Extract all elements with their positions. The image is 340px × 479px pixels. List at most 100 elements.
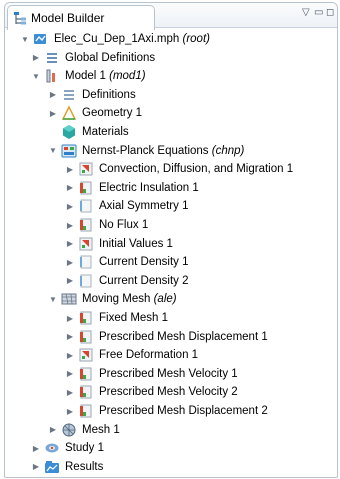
tree-item-text: Axial Symmetry 1 <box>99 200 189 213</box>
tree-item-text: Model 1 <box>65 70 106 83</box>
tree-item-label: Geometry 1 <box>82 107 142 119</box>
tree-item[interactable]: ▶ Initial Values 1 <box>65 235 173 253</box>
tree-item-text: Results <box>65 460 104 473</box>
tree-item-text: Prescribed Mesh Displacement 1 <box>99 330 268 343</box>
mph-file-icon <box>33 31 49 47</box>
tree-item-text: Current Density 1 <box>99 256 189 269</box>
tree-item-label: Materials <box>82 126 129 138</box>
tree-item[interactable]: ▶ Mesh 1 <box>48 421 120 439</box>
tab-model-builder[interactable]: Model Builder <box>7 5 155 30</box>
tree-item[interactable]: Materials <box>48 123 129 141</box>
moving-mesh-icon <box>61 291 77 307</box>
tree-item[interactable]: ▶ Study 1 <box>31 439 104 457</box>
tree-item-label: Prescribed Mesh Velocity 1 <box>99 368 238 380</box>
collapse-toggle-icon[interactable]: ▶ <box>65 253 75 271</box>
tree-item[interactable]: ▶ Fixed Mesh 1 <box>65 309 168 327</box>
collapse-toggle-icon[interactable]: ▶ <box>65 235 75 253</box>
tree-item-label: Nernst-Planck Equations (chnp) <box>82 145 244 157</box>
collapse-toggle-icon[interactable]: ▶ <box>65 383 75 401</box>
tree-item[interactable]: ▶ Current Density 1 <box>65 253 188 271</box>
model-icon <box>44 68 60 84</box>
global-definitions-icon <box>44 50 60 66</box>
tree-item[interactable]: ▶ Free Deformation 1 <box>65 346 198 364</box>
tree-item-tag: (ale) <box>153 293 177 306</box>
collapse-toggle-icon[interactable]: ▶ <box>65 309 75 327</box>
collapse-toggle-icon[interactable]: ▶ <box>48 86 58 104</box>
expand-toggle-icon[interactable]: ▼ <box>20 30 30 48</box>
tree-item-text: Convection, Diffusion, and Migration 1 <box>99 163 294 176</box>
tree-item[interactable]: ▶ Global Definitions <box>31 49 155 67</box>
tree-item[interactable]: ▼ Elec_Cu_Dep_1Axi.mph (root) <box>20 30 210 48</box>
tree-item-text: Prescribed Mesh Velocity 2 <box>99 386 238 399</box>
mesh-icon <box>61 422 77 438</box>
collapse-toggle-icon[interactable]: ▶ <box>48 104 58 122</box>
maximize-icon[interactable]: ◻ <box>326 7 334 19</box>
collapse-toggle-icon[interactable]: ▶ <box>31 439 41 457</box>
view-menu-icon[interactable]: ▽ <box>302 7 310 19</box>
collapse-toggle-icon[interactable]: ▶ <box>65 197 75 215</box>
expand-toggle-icon[interactable]: ▼ <box>48 142 58 160</box>
domain-feature-icon <box>78 347 94 363</box>
tree-item-label: Electric Insulation 1 <box>99 182 199 194</box>
tree-item[interactable]: ▶ Axial Symmetry 1 <box>65 197 188 215</box>
expand-toggle-icon[interactable]: ▼ <box>48 290 58 308</box>
toggle-spacer <box>48 123 58 141</box>
tree-item[interactable]: ▶ Prescribed Mesh Displacement 1 <box>65 328 268 346</box>
collapse-toggle-icon[interactable]: ▶ <box>65 402 75 420</box>
tree-item-label: Current Density 1 <box>99 256 188 268</box>
study-icon <box>44 440 60 456</box>
materials-icon <box>61 124 77 140</box>
collapse-toggle-icon[interactable]: ▶ <box>31 49 41 67</box>
minimize-icon[interactable]: ▭ <box>314 7 323 19</box>
tree-item-text: Nernst-Planck Equations <box>82 144 209 157</box>
tree-item[interactable]: ▼ Model 1 (mod1) <box>31 67 146 85</box>
tree-item-text: Fixed Mesh 1 <box>99 312 169 324</box>
tree-item-text: Mesh 1 <box>82 423 120 436</box>
tree-item[interactable]: ▶ No Flux 1 <box>65 216 148 234</box>
boundary-feature-icon <box>78 310 94 326</box>
tree-item-label: Study 1 <box>65 442 104 454</box>
tree-item-label: Free Deformation 1 <box>99 349 198 361</box>
collapse-toggle-icon[interactable]: ▶ <box>65 272 75 290</box>
collapse-toggle-icon[interactable]: ▶ <box>48 421 58 439</box>
tree-item[interactable]: ▶ Prescribed Mesh Velocity 1 <box>65 365 238 383</box>
expand-toggle-icon[interactable]: ▼ <box>31 67 41 85</box>
tree-item[interactable]: ▼ Moving Mesh (ale) <box>48 290 177 308</box>
tree-item-label: Current Density 2 <box>99 275 188 287</box>
tree-item[interactable]: ▶ Results <box>31 458 103 476</box>
tree-item-label: No Flux 1 <box>99 219 148 231</box>
model-builder-icon <box>13 11 27 25</box>
tree-item[interactable]: ▶ Geometry 1 <box>48 104 142 122</box>
panel-titlebar: Model Builder ▽ ▭ ◻ <box>5 3 337 30</box>
tree-item[interactable]: ▶ Prescribed Mesh Displacement 2 <box>65 402 268 420</box>
collapse-toggle-icon[interactable]: ▶ <box>65 160 75 178</box>
results-icon <box>44 459 60 475</box>
collapse-toggle-icon[interactable]: ▶ <box>65 346 75 364</box>
tree-item[interactable]: ▶ Electric Insulation 1 <box>65 179 199 197</box>
tree-item[interactable]: ▶ Current Density 2 <box>65 272 188 290</box>
tree-item-label: Prescribed Mesh Displacement 1 <box>99 331 268 343</box>
collapse-toggle-icon[interactable]: ▶ <box>65 216 75 234</box>
tree-item[interactable]: ▼ Nernst-Planck Equations (chnp) <box>48 142 244 160</box>
collapse-toggle-icon[interactable]: ▶ <box>65 328 75 346</box>
tree-item[interactable]: ▶ Definitions <box>48 86 136 104</box>
boundary-plain-icon <box>78 198 94 214</box>
tree-item-text: Study 1 <box>65 442 104 455</box>
tree-item-text: Current Density 2 <box>99 274 189 287</box>
collapse-toggle-icon[interactable]: ▶ <box>65 365 75 383</box>
tree-item-text: Initial Values 1 <box>99 237 173 250</box>
boundary-feature-icon <box>78 180 94 196</box>
tree-item-text: Definitions <box>82 88 136 101</box>
tree-item-text: Materials <box>82 126 129 138</box>
collapse-toggle-icon[interactable]: ▶ <box>65 179 75 197</box>
tree-item[interactable]: ▶ Convection, Diffusion, and Migration 1 <box>65 160 293 178</box>
physics-icon <box>61 143 77 159</box>
tree-item-label: Prescribed Mesh Velocity 2 <box>99 386 238 398</box>
tree-item[interactable]: ▶ Prescribed Mesh Velocity 2 <box>65 383 238 401</box>
model-builder-panel: Model Builder ▽ ▭ ◻ ▼ Elec_Cu_Dep_1Axi.mp… <box>4 2 338 478</box>
collapse-toggle-icon[interactable]: ▶ <box>31 458 41 476</box>
tree-item-label: Global Definitions <box>65 52 155 64</box>
geometry-icon <box>61 105 77 121</box>
tree-item-tag: (root) <box>182 33 210 45</box>
boundary-feature-icon <box>78 384 94 400</box>
